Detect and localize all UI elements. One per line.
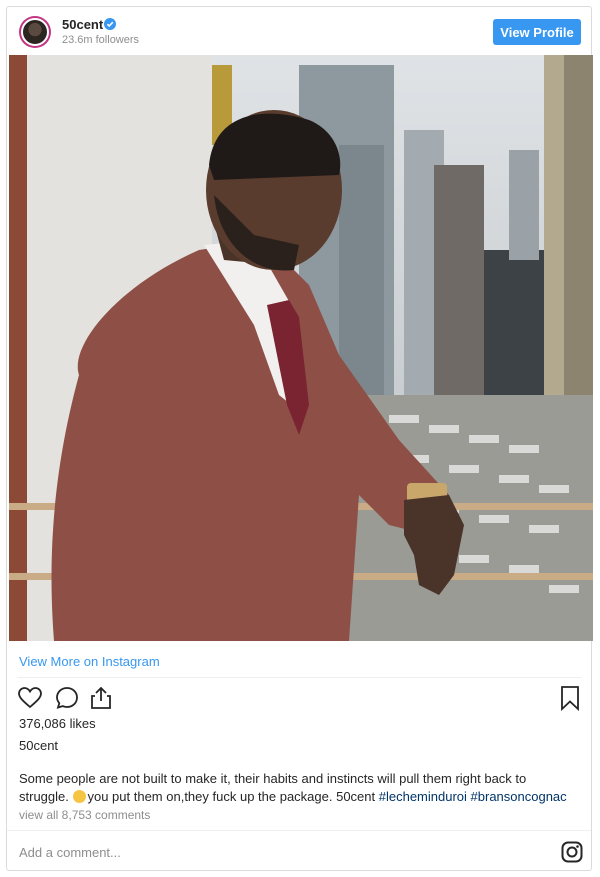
comment-icon[interactable] <box>54 685 80 711</box>
hashtag-link[interactable]: #lecheminduroi <box>379 789 467 804</box>
username[interactable]: 50cent <box>62 17 103 32</box>
post-header: 50cent 23.6m followers View Profile <box>7 7 591 57</box>
heart-icon[interactable] <box>17 685 43 711</box>
action-bar <box>17 685 583 713</box>
follower-count: 23.6m followers <box>62 34 140 46</box>
divider <box>17 677 581 678</box>
post-owner[interactable]: 50cent <box>19 738 58 753</box>
share-icon[interactable] <box>88 685 114 711</box>
instagram-embed-card: 50cent 23.6m followers View Profile View… <box>6 6 593 871</box>
emoji-icon <box>73 790 87 803</box>
caption-text: you put them on,they fuck up the package… <box>87 789 379 804</box>
instagram-icon[interactable] <box>561 841 583 863</box>
post-caption: Some people are not built to make it, th… <box>19 770 579 806</box>
like-count[interactable]: 376,086 likes <box>19 716 96 731</box>
view-more-on-instagram-link[interactable]: View More on Instagram <box>19 654 160 669</box>
verified-badge-icon <box>104 18 116 30</box>
divider <box>7 830 591 831</box>
bookmark-icon[interactable] <box>557 685 583 711</box>
post-photo[interactable] <box>9 55 593 641</box>
view-all-comments-link[interactable]: view all 8,753 comments <box>19 808 150 822</box>
hashtag-link[interactable]: #bransoncognac <box>471 789 567 804</box>
add-comment-input[interactable] <box>17 839 521 865</box>
avatar[interactable] <box>19 16 51 48</box>
view-profile-button[interactable]: View Profile <box>493 19 581 45</box>
